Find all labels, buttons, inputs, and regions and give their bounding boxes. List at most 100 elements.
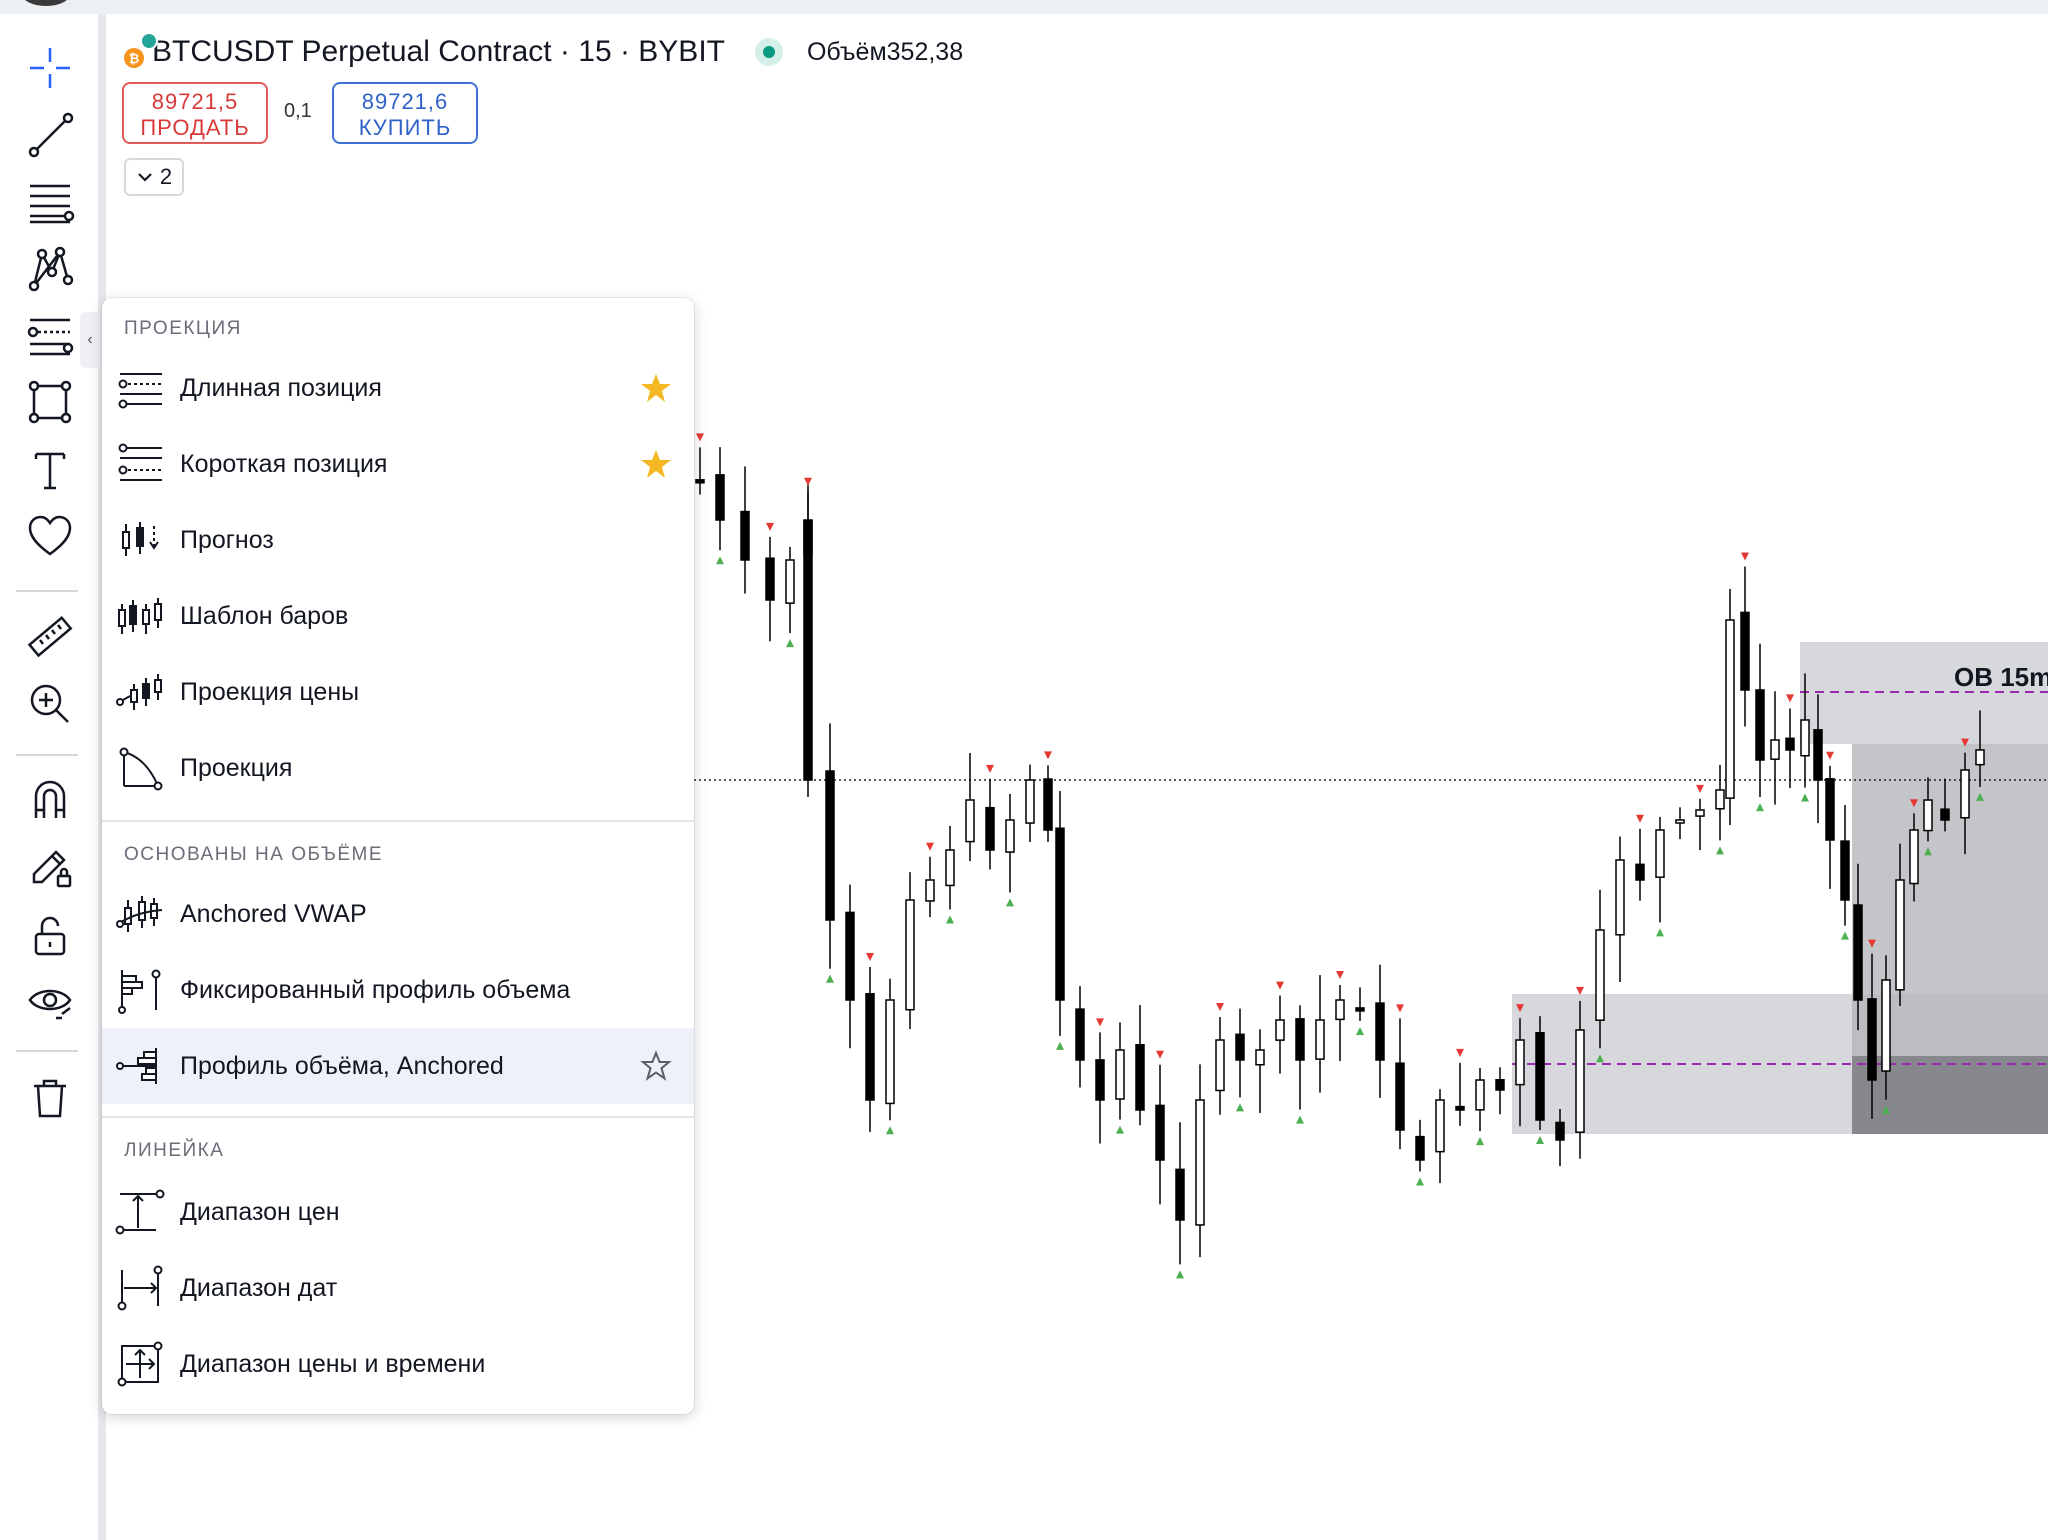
candle-body [1800,719,1810,757]
ruler-icon[interactable] [18,610,82,666]
top-strip [0,0,2048,14]
section-title-projection: ПРОЕКЦИЯ [124,318,242,339]
candle-body [1595,929,1605,1021]
menu-item-long-position[interactable]: Длинная позиция [102,350,694,426]
menu-item-short-position[interactable]: Короткая позиция [102,426,694,502]
menu-item-label: Проекция цены [180,677,360,706]
anchored-vwap-icon [116,890,164,938]
candle-body [1315,1019,1325,1060]
menu-item-anchored-vwap[interactable]: Anchored VWAP [102,876,694,952]
pivot-low-marker [1924,847,1932,856]
menu-item-price-range[interactable]: Диапазон цен [102,1174,694,1250]
menu-item-label: Диапазон цены и времени [180,1349,486,1378]
pivot-low-marker [1056,1041,1064,1050]
symbol-title[interactable]: BTCUSDT Perpetual Contract · 15 · BYBIT [152,35,725,69]
menu-item-label: Anchored VWAP [180,899,367,928]
candle-body [695,479,705,484]
projection-icon[interactable] [18,306,82,362]
sell-button[interactable]: 89721,5 ПРОДАТЬ [122,82,268,144]
favorite-star-filled-icon[interactable] [640,372,672,404]
pivot-low-marker [1116,1125,1124,1134]
lock-icon[interactable] [18,908,82,964]
candle-body [1715,789,1725,810]
text-icon[interactable] [18,442,82,498]
candle-body [1025,779,1035,824]
coin-glyph: ₿ [128,50,140,66]
menu-item-label: Профиль объёма, Anchored [180,1051,504,1080]
menu-item-bars-pattern[interactable]: Шаблон баров [102,578,694,654]
pivot-high-marker [866,953,874,962]
pivot-high-marker [1276,981,1284,990]
buy-button[interactable]: 89721,6 КУПИТЬ [332,82,478,144]
candle-body [1155,1104,1165,1161]
menu-divider [102,820,694,822]
symbol-header[interactable]: ₿ BTCUSDT Perpetual Contract · 15 · BYBI… [124,32,963,72]
candle-body [825,770,835,921]
candle-body [1335,999,1345,1021]
indicators-collapse-button[interactable]: 2 [124,158,184,196]
candle-body [1695,809,1705,817]
collapse-toolbar-button[interactable]: ‹ [80,312,100,368]
pivot-high-marker [1516,1004,1524,1013]
candle-body [1755,689,1765,761]
buy-label: КУПИТЬ [358,115,452,140]
market-status-icon[interactable] [754,38,783,66]
chevron-down-icon [138,173,152,182]
demand-zone [1512,994,2048,1134]
order-block-zone-dark [1852,744,2048,1134]
menu-item-projection[interactable]: Проекция [102,730,694,806]
menu-item-label: Шаблон баров [180,601,349,630]
toolbar-separator [16,1050,78,1052]
candle-body [1840,840,1850,901]
collapsed-count: 2 [159,164,173,189]
candle-body [1655,829,1665,878]
menu-item-label: Прогноз [180,525,274,554]
pivot-low-marker [946,915,954,924]
candle-body [1475,1079,1485,1111]
pivot-low-marker [786,639,794,648]
pivot-high-marker [1096,1018,1104,1027]
menu-item-date-price-range[interactable]: Диапазон цены и времени [102,1326,694,1402]
candle-body [905,899,915,1011]
menu-item-fixed-volume-profile[interactable]: Фиксированный профиль объема [102,952,694,1028]
pattern-icon[interactable] [18,240,82,296]
rectangle-icon[interactable] [18,374,82,430]
zoom-in-icon[interactable] [18,676,82,732]
pivot-low-marker [1536,1136,1544,1145]
pencil-lock-icon[interactable] [18,840,82,896]
pivot-low-marker [1356,1026,1364,1035]
menu-item-anchored-volume-profile[interactable]: Профиль объёма, Anchored [102,1028,694,1104]
sell-label: ПРОДАТЬ [140,115,250,140]
candle-body [1215,1039,1225,1092]
ob-annotation-label: OB 15m [1954,662,2048,692]
pivot-high-marker [1868,939,1876,948]
fixed-volume-profile-icon [116,966,164,1014]
price-projection-icon [116,668,164,716]
trash-icon[interactable] [18,1070,82,1126]
menu-item-price-projection[interactable]: Проекция цены [102,654,694,730]
pivot-low-marker [1476,1137,1484,1146]
favorites-heart-icon[interactable] [18,508,82,564]
favorite-star-outline-icon[interactable] [640,1050,672,1082]
candle-body [1881,979,1891,1072]
crosshair-icon[interactable] [18,40,82,96]
projection-arc-icon [116,744,164,792]
candle-body [1535,1031,1545,1121]
candle-body [785,559,795,604]
candle-body [1853,904,1863,1001]
candle-body [1005,819,1015,853]
pivot-high-marker [1696,784,1704,793]
trend-line-icon[interactable] [18,106,82,162]
menu-item-date-range[interactable]: Диапазон дат [102,1250,694,1326]
price-range-icon [115,1188,165,1236]
candle-body [1725,619,1735,799]
menu-item-label: Проекция [180,753,293,782]
fib-retracement-icon[interactable] [18,174,82,230]
menu-item-forecast[interactable]: Прогноз [102,502,694,578]
magnet-icon[interactable] [18,772,82,828]
candle-body [1135,1043,1145,1111]
pivot-high-marker [1456,1048,1464,1057]
favorite-star-filled-icon[interactable] [640,448,672,480]
eye-icon[interactable] [18,974,82,1030]
candle-body [1825,778,1835,841]
